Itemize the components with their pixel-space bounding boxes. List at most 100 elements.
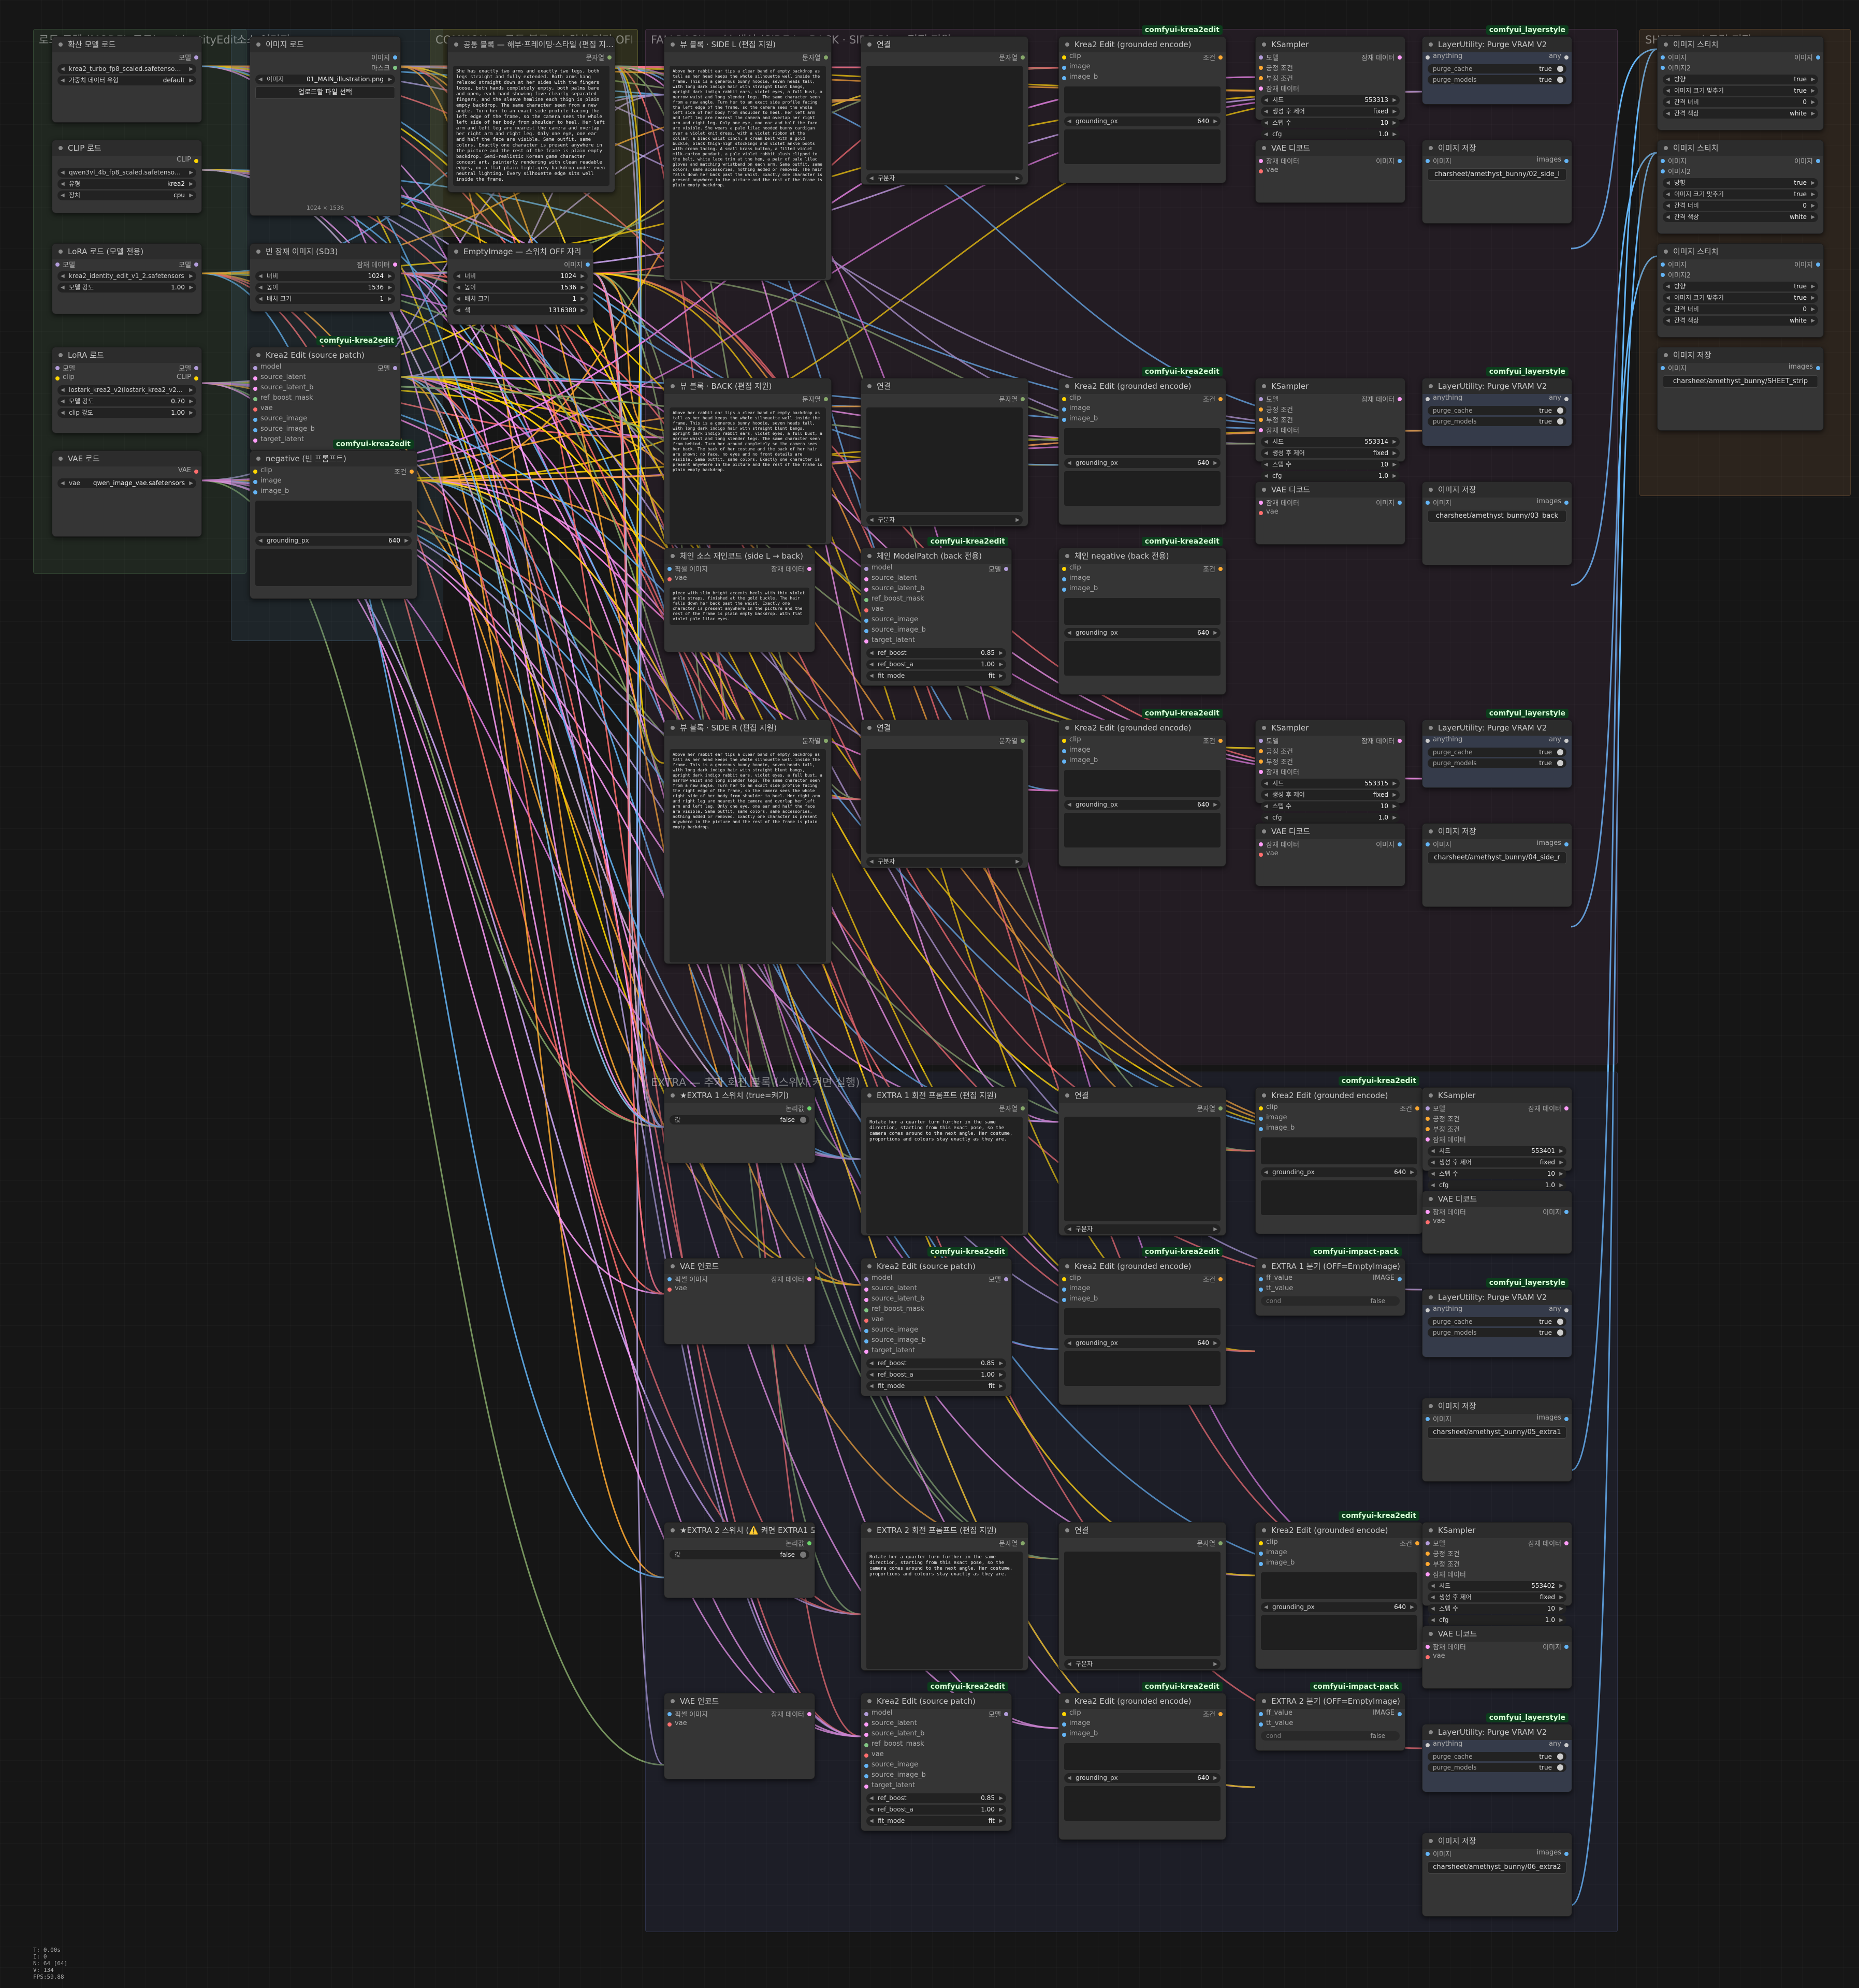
node-krea2-grounded-encode[interactable]: comfyui-krea2edit Krea2 Edit (grounded en…: [1058, 1682, 1226, 1840]
cfg-number[interactable]: cfg 1.0: [1428, 1180, 1566, 1190]
separator-field[interactable]: 구분자: [866, 857, 1023, 867]
output-socket[interactable]: [807, 567, 811, 571]
purge-models-toggle[interactable]: purge_models true: [1428, 75, 1566, 84]
output-socket[interactable]: [194, 55, 198, 60]
stitch-param-widget[interactable]: 간격 너비 0: [1663, 201, 1818, 211]
input-socket[interactable]: [1426, 1127, 1430, 1131]
input-socket[interactable]: [1062, 1277, 1066, 1281]
input-socket[interactable]: [864, 1329, 868, 1333]
node-extra-rotation-prompt[interactable]: EXTRA 1 회전 프롬프트 (편집 지원) 문자열 Rotate her a q…: [861, 1087, 1028, 1236]
output-socket[interactable]: [1564, 1106, 1568, 1110]
node-krea2-grounded-encode[interactable]: comfyui-krea2edit Krea2 Edit (grounded en…: [1058, 25, 1226, 183]
seed-number[interactable]: 시드 553402: [1428, 1581, 1566, 1591]
output-socket[interactable]: [1218, 1541, 1223, 1545]
steps-number[interactable]: 스텝 수 10: [1428, 1169, 1566, 1179]
ref-boost-a-number[interactable]: ref_boost_a 1.00: [866, 1370, 1006, 1380]
output-socket[interactable]: [824, 397, 828, 401]
common-prompt-textarea[interactable]: She has exactly two arms and exactly two…: [453, 66, 609, 186]
output-socket[interactable]: [1398, 1277, 1402, 1281]
input-socket[interactable]: [1259, 169, 1263, 173]
output-socket[interactable]: [1218, 397, 1223, 401]
input-socket[interactable]: [1062, 1712, 1066, 1716]
text-display[interactable]: [1064, 641, 1221, 676]
lora-name-combo[interactable]: lostark_krea2_v2(lostark_krea2_v2…: [57, 385, 196, 395]
node-negative-empty-prompt[interactable]: comfyui-krea2edit negative (빈 프롬프트) clip…: [250, 440, 417, 599]
input-socket[interactable]: [1426, 842, 1430, 846]
stitch-param-widget[interactable]: 간격 색상 white: [1663, 316, 1818, 326]
input-socket[interactable]: [1426, 159, 1430, 163]
input-socket[interactable]: [1259, 511, 1263, 515]
width-number[interactable]: 너비 1024: [255, 271, 395, 281]
output-socket[interactable]: [1564, 1743, 1568, 1747]
output-socket[interactable]: [194, 159, 198, 163]
input-socket[interactable]: [864, 598, 868, 602]
node-vae-decode[interactable]: VAE 디코드 잠재 데이터 이미지 vae: [1255, 140, 1405, 203]
weight-dtype-combo[interactable]: 가중치 데이터 유형 default: [57, 76, 196, 85]
filename-prefix-field[interactable]: charsheet/amethyst_bunny/SHEET_strip: [1663, 375, 1818, 388]
input-socket[interactable]: [55, 376, 60, 381]
text-display[interactable]: [1064, 813, 1221, 847]
prompt-textarea[interactable]: [1064, 598, 1221, 625]
ref-boost-a-number[interactable]: ref_boost_a 1.00: [866, 1805, 1006, 1815]
input-socket[interactable]: [1259, 397, 1263, 401]
rotation-prompt-textarea[interactable]: Rotate her a quarter turn further in the…: [866, 1117, 1023, 1234]
rotation-prompt-textarea[interactable]: Rotate her a quarter turn further in the…: [866, 1552, 1023, 1669]
cfg-number[interactable]: cfg 1.0: [1261, 129, 1400, 139]
input-socket[interactable]: [864, 1764, 868, 1768]
input-socket[interactable]: [253, 428, 257, 432]
prompt-textarea[interactable]: [1064, 428, 1221, 455]
output-socket[interactable]: [807, 1541, 811, 1545]
input-socket[interactable]: [253, 438, 257, 443]
node-image-stitch[interactable]: 이미지 스티치이미지 이미지이미지2 방향 true 이미지 크기 맞추기 true 간격 …: [1657, 243, 1824, 338]
output-socket[interactable]: [824, 55, 828, 60]
output-socket[interactable]: [1415, 1106, 1419, 1110]
node-lora-loader[interactable]: LoRA 로드 모델 모델 clip CLIP lostark_krea2_v2(l…: [52, 347, 202, 433]
fit-mode-combo[interactable]: fit_mode fit: [866, 1381, 1006, 1391]
output-socket[interactable]: [1004, 1712, 1008, 1716]
node-vae-encode[interactable]: VAE 인코드 픽셀 이미지 잠재 데이터 vae: [664, 1258, 815, 1344]
filename-prefix-field[interactable]: charsheet/amethyst_bunny/04_side_r: [1428, 852, 1566, 864]
node-ksampler[interactable]: KSampler모델잠재 데이터긍정 조건부정 조건잠재 데이터시드553402…: [1422, 1522, 1572, 1625]
output-socket[interactable]: [393, 262, 397, 267]
output-socket[interactable]: [1564, 1210, 1568, 1214]
output-socket[interactable]: [1564, 842, 1568, 846]
output-socket[interactable]: [1564, 55, 1568, 60]
node-purge-vram[interactable]: comfyui_layerstyle LayerUtility: Purge VR…: [1422, 367, 1572, 446]
node-ksampler[interactable]: KSampler모델잠재 데이터긍정 조건부정 조건잠재 데이터시드553314…: [1255, 378, 1405, 481]
output-socket[interactable]: [1021, 55, 1025, 60]
input-socket[interactable]: [253, 376, 257, 381]
grounding-px-number[interactable]: grounding_px 640: [1261, 1602, 1417, 1612]
input-socket[interactable]: [1062, 588, 1066, 592]
output-socket[interactable]: [194, 262, 198, 267]
input-socket[interactable]: [1426, 501, 1430, 505]
node-vae-decode[interactable]: VAE 디코드 잠재 데이터 이미지 vae: [1255, 481, 1405, 545]
control-after-generate-combo[interactable]: 생성 후 제어 fixed: [1261, 790, 1400, 800]
output-socket[interactable]: [807, 1277, 811, 1281]
concat-textarea[interactable]: [1064, 1117, 1221, 1221]
ref-boost-a-number[interactable]: ref_boost_a 1.00: [866, 660, 1006, 669]
input-socket[interactable]: [1426, 1541, 1430, 1545]
input-socket[interactable]: [1259, 86, 1263, 91]
node-krea2-grounded-encode[interactable]: comfyui-krea2edit Krea2 Edit (grounded en…: [1058, 1247, 1226, 1405]
separator-field[interactable]: 구분자: [866, 515, 1023, 525]
input-socket[interactable]: [1062, 577, 1066, 581]
node-image-stitch[interactable]: 이미지 스티치이미지 이미지이미지2 방향 true 이미지 크기 맞추기 true 간격 …: [1657, 36, 1824, 130]
prompt-textarea[interactable]: [255, 501, 412, 533]
output-socket[interactable]: [1398, 55, 1402, 60]
output-socket[interactable]: [1816, 159, 1820, 163]
input-socket[interactable]: [1259, 1117, 1263, 1121]
node-vae-decode[interactable]: VAE 디코드 잠재 데이터 이미지 vae: [1422, 1626, 1572, 1689]
input-socket[interactable]: [864, 639, 868, 644]
stitch-param-widget[interactable]: 이미지 크기 맞추기 true: [1663, 293, 1818, 303]
prompt-textarea[interactable]: [1064, 1743, 1221, 1770]
grounding-px-number[interactable]: grounding_px 640: [1261, 1167, 1417, 1177]
node-krea2-grounded-encode[interactable]: comfyui-krea2edit Krea2 Edit (grounded en…: [1058, 367, 1226, 525]
input-socket[interactable]: [864, 1743, 868, 1747]
output-socket[interactable]: [1218, 739, 1223, 743]
input-socket[interactable]: [1426, 1117, 1430, 1121]
purge-cache-toggle[interactable]: purge_cache true: [1428, 748, 1566, 757]
steps-number[interactable]: 스텝 수 10: [1428, 1604, 1566, 1614]
node-image-stitch[interactable]: 이미지 스티치이미지 이미지이미지2 방향 true 이미지 크기 맞추기 true 간격 …: [1657, 140, 1824, 234]
input-socket[interactable]: [253, 397, 257, 401]
height-number[interactable]: 높이 1536: [453, 283, 588, 293]
